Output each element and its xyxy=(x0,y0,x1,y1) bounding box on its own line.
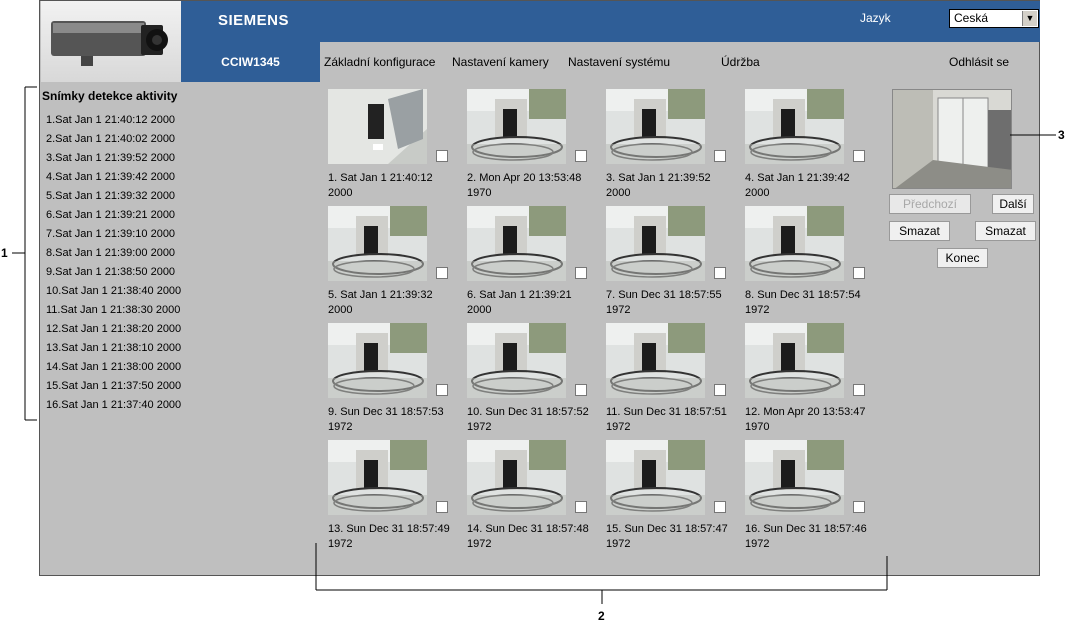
callout-2: 2 xyxy=(598,609,605,623)
callout-3: 3 xyxy=(1058,128,1065,142)
callout-1: 1 xyxy=(1,246,8,260)
callout-overlay xyxy=(12,86,1056,604)
